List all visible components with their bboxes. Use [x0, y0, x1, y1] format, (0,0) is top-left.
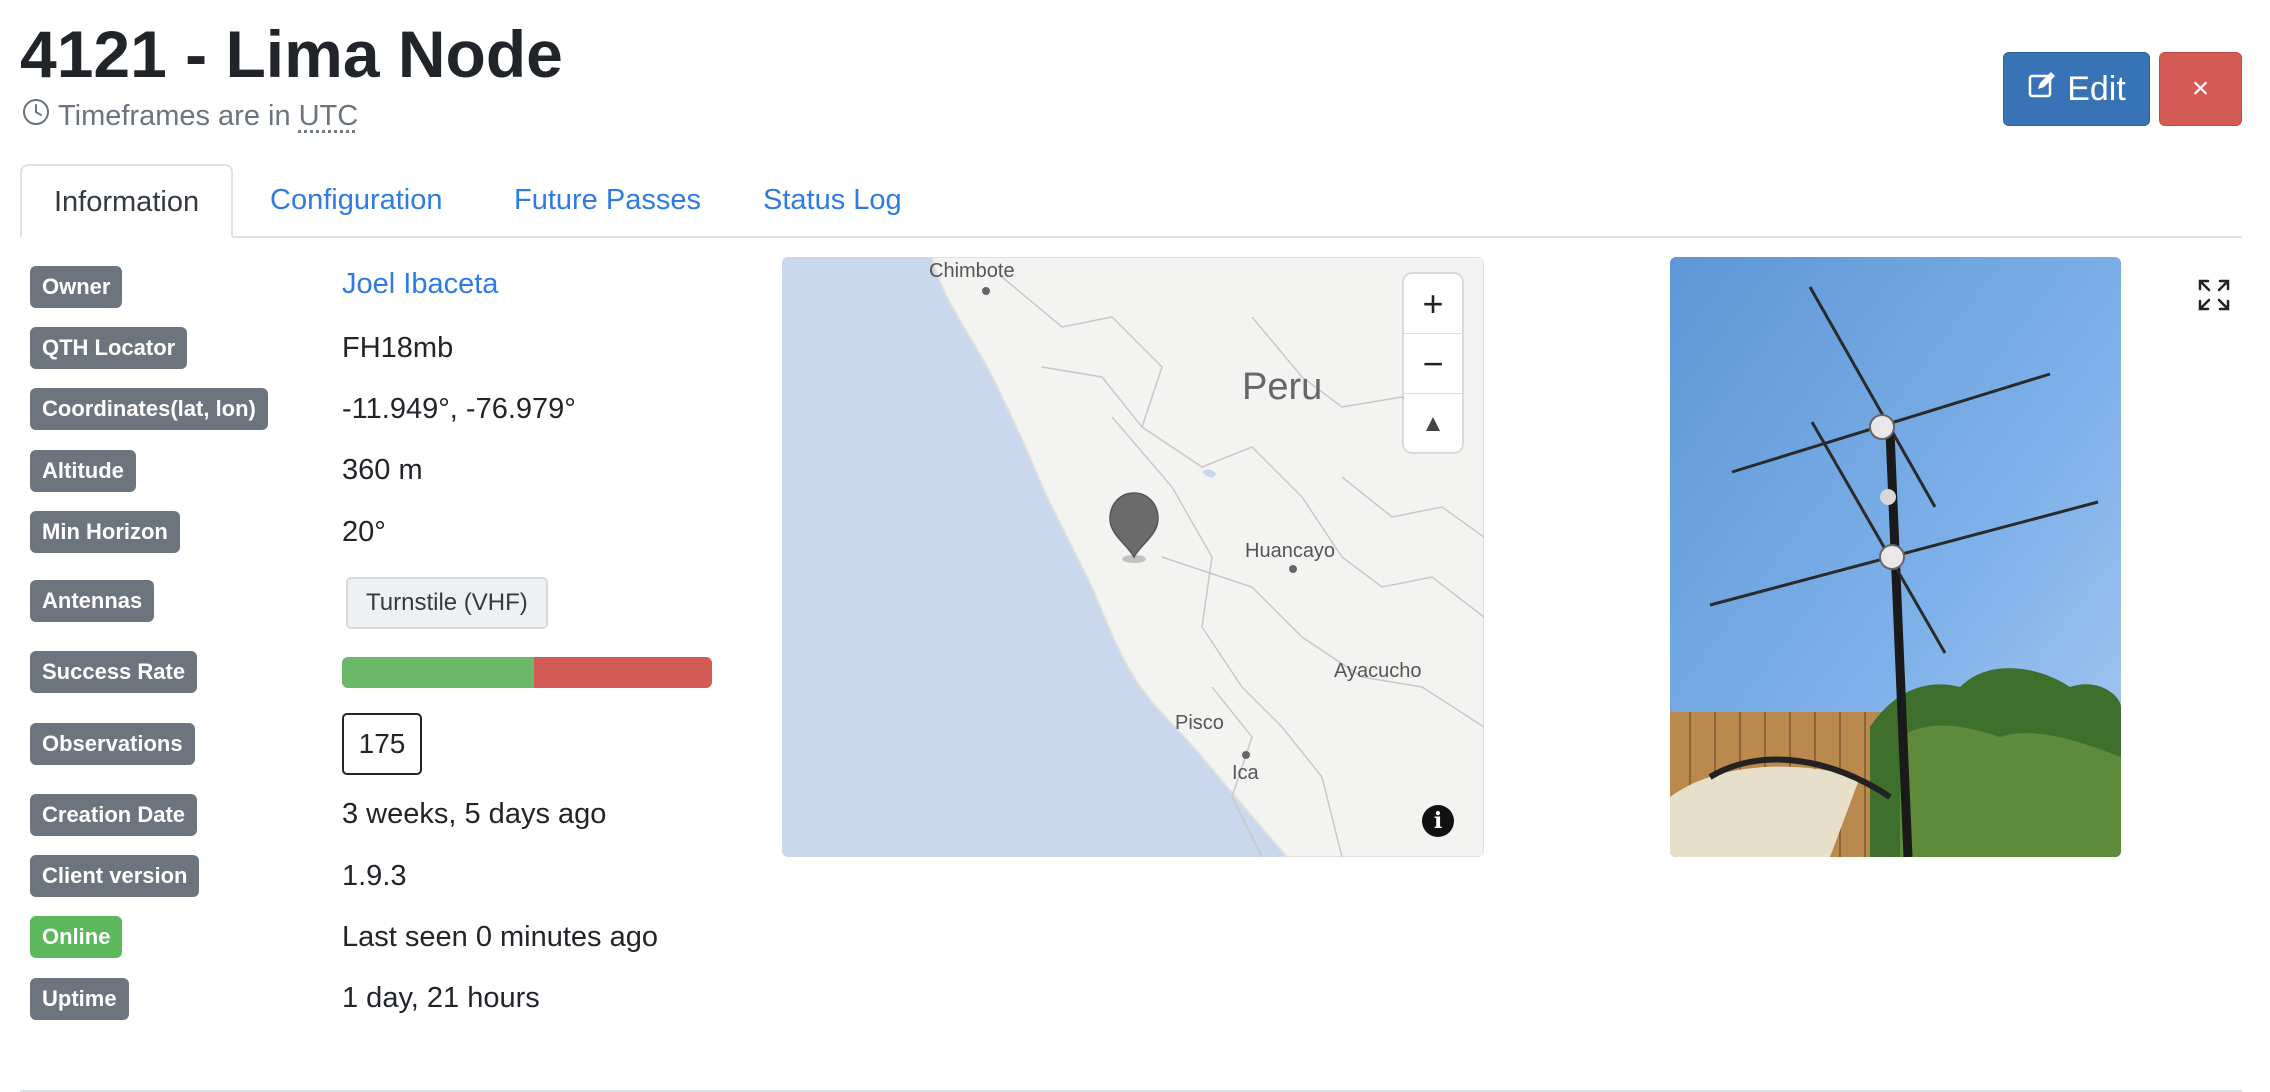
compass-button[interactable]: ▲: [1404, 394, 1462, 453]
success-rate-label: Success Rate: [30, 651, 198, 693]
owner-label: Owner: [30, 266, 123, 308]
map-city-label: Ica: [1232, 762, 1260, 784]
tab-future-passes[interactable]: Future Passes: [514, 164, 701, 236]
tab-configuration[interactable]: Configuration: [270, 164, 443, 236]
clock-icon: [22, 98, 50, 134]
map-controls: + − ▲: [1404, 274, 1462, 452]
antenna-photo-image: [1670, 257, 2121, 857]
timezone-note: Timeframes are in UTC: [22, 98, 358, 134]
compass-icon: ▲: [1421, 409, 1445, 437]
client-version-label: Client version: [30, 855, 200, 897]
zoom-out-button[interactable]: −: [1404, 334, 1462, 394]
fullscreen-expand-icon[interactable]: [2196, 277, 2232, 313]
close-icon: ×: [2191, 72, 2210, 105]
antenna-tag: Turnstile (VHF): [346, 577, 548, 629]
tab-bar: Information Configuration Future Passes …: [20, 164, 2242, 238]
edit-label: Edit: [2067, 69, 2126, 108]
timezone-abbr: UTC: [298, 99, 359, 132]
timezone-prefix: Timeframes are in: [58, 99, 291, 132]
station-map[interactable]: Chimbote Peru Huancayo Ayacucho Pisco Ic…: [782, 257, 1484, 857]
altitude-label: Altitude: [30, 450, 136, 492]
creation-date-label: Creation Date: [30, 794, 198, 836]
coordinates-value: -11.949°, -76.979°: [342, 393, 576, 425]
map-city-label: Chimbote: [929, 260, 1015, 282]
map-city-label: Huancayo: [1245, 540, 1335, 562]
tab-information[interactable]: Information: [20, 164, 234, 238]
min-horizon-label: Min Horizon: [30, 511, 180, 553]
map-city-label: Ayacucho: [1334, 660, 1421, 682]
client-version-value: 1.9.3: [342, 860, 407, 892]
page-title: 4121 - Lima Node: [20, 17, 563, 91]
station-photo: [1670, 257, 2121, 857]
owner-link[interactable]: Joel Ibaceta: [342, 268, 498, 301]
uptime-label: Uptime: [30, 978, 129, 1020]
min-horizon-value: 20°: [342, 516, 386, 548]
map-city-label: Pisco: [1175, 712, 1224, 734]
success-rate-good: [342, 657, 535, 688]
map-canvas: Chimbote Peru Huancayo Ayacucho Pisco Ic…: [929, 257, 1484, 857]
zoom-in-button[interactable]: +: [1404, 274, 1462, 334]
status-badge: Online: [30, 916, 123, 958]
map-country-label: Peru: [1242, 366, 1322, 408]
map-attribution-info-button[interactable]: i: [1422, 805, 1454, 837]
edit-icon: [2027, 70, 2057, 109]
delete-button[interactable]: ×: [2159, 52, 2242, 126]
antennas-label: Antennas: [30, 580, 155, 622]
success-rate-failed: [534, 657, 712, 688]
uptime-value: 1 day, 21 hours: [342, 982, 540, 1014]
tab-status-log[interactable]: Status Log: [763, 164, 902, 236]
coordinates-label: Coordinates(lat, lon): [30, 388, 268, 430]
edit-button[interactable]: Edit: [2003, 52, 2150, 126]
qth-label: QTH Locator: [30, 327, 188, 369]
observations-label: Observations: [30, 723, 195, 765]
altitude-value: 360 m: [342, 454, 423, 486]
observations-count-button[interactable]: 175: [342, 713, 422, 775]
last-seen-value: Last seen 0 minutes ago: [342, 921, 658, 953]
success-rate-bar[interactable]: [342, 657, 712, 688]
qth-value: FH18mb: [342, 332, 454, 364]
creation-date-value: 3 weeks, 5 days ago: [342, 798, 607, 830]
